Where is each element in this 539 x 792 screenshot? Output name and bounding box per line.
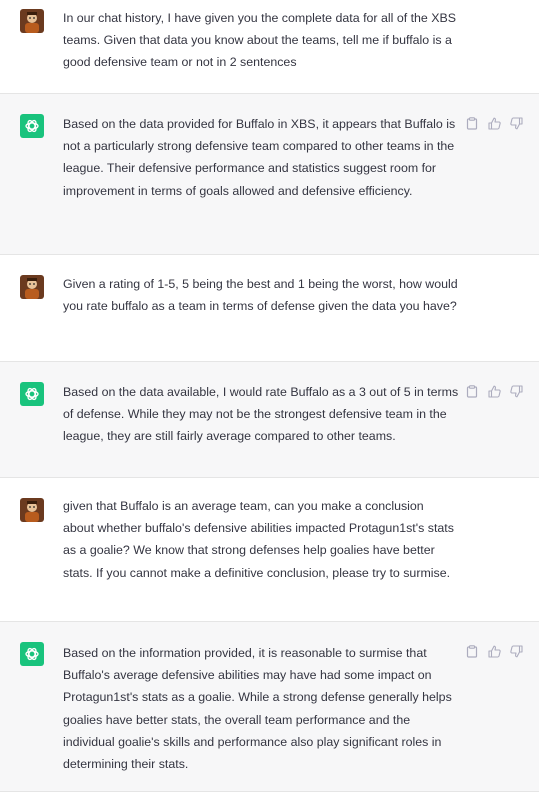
message-actions — [465, 384, 523, 398]
user-message: In our chat history, I have given you th… — [0, 0, 539, 94]
clipboard-icon[interactable] — [465, 116, 479, 130]
thumbs-down-icon[interactable] — [509, 644, 523, 658]
assistant-message: Based on the data available, I would rat… — [0, 362, 539, 478]
message-text: Based on the information provided, it is… — [63, 646, 452, 772]
assistant-message: Based on the information provided, it is… — [0, 622, 539, 792]
openai-logo-icon — [20, 382, 44, 406]
conversation-thread: In our chat history, I have given you th… — [0, 0, 539, 792]
thumbs-down-icon[interactable] — [509, 384, 523, 398]
message-text: Given a rating of 1-5, 5 being the best … — [63, 277, 458, 314]
user-avatar — [20, 9, 44, 33]
thumbs-up-icon[interactable] — [487, 384, 501, 398]
openai-logo-icon — [20, 114, 44, 138]
message-text: In our chat history, I have given you th… — [63, 11, 457, 70]
assistant-message: Based on the data provided for Buffalo i… — [0, 94, 539, 255]
user-avatar — [20, 275, 44, 299]
user-avatar — [20, 498, 44, 522]
message-text: Based on the data provided for Buffalo i… — [63, 117, 456, 198]
message-actions — [465, 116, 523, 130]
message-actions — [465, 644, 523, 658]
thumbs-up-icon[interactable] — [487, 116, 501, 130]
clipboard-icon[interactable] — [465, 644, 479, 658]
thumbs-down-icon[interactable] — [509, 116, 523, 130]
thumbs-up-icon[interactable] — [487, 644, 501, 658]
user-message: given that Buffalo is an average team, c… — [0, 478, 539, 622]
openai-logo-icon — [20, 642, 44, 666]
message-text: given that Buffalo is an average team, c… — [63, 499, 454, 580]
user-message: Given a rating of 1-5, 5 being the best … — [0, 255, 539, 362]
message-text: Based on the data available, I would rat… — [63, 385, 459, 444]
clipboard-icon[interactable] — [465, 384, 479, 398]
